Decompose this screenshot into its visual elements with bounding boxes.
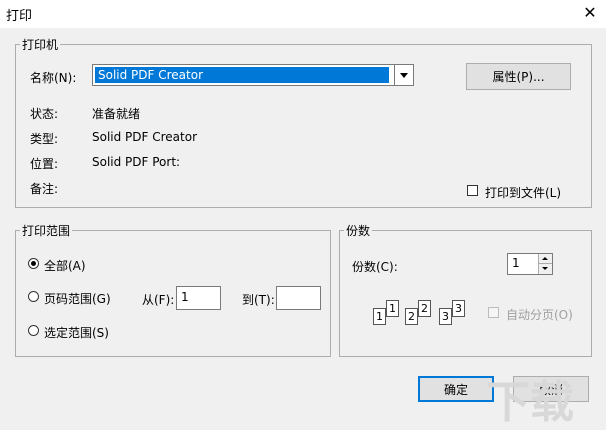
range-all-label[interactable]: 全部(A) xyxy=(44,257,86,274)
collate-page: 2 xyxy=(405,308,418,325)
printer-group-legend: 打印机 xyxy=(22,38,59,52)
type-label: 类型: xyxy=(30,132,59,146)
spin-down-icon[interactable] xyxy=(538,264,552,274)
spin-up-icon[interactable] xyxy=(538,254,552,264)
printer-name-value: Solid PDF Creator xyxy=(95,67,389,83)
copies-group: 份数 xyxy=(339,222,592,357)
properties-button[interactable]: 属性(P)... xyxy=(466,63,571,90)
status-value: 准备就绪 xyxy=(92,107,141,121)
status-label: 状态: xyxy=(30,107,59,121)
collate-page: 2 xyxy=(418,300,431,317)
copies-count-value: 1 xyxy=(512,256,520,270)
collate-page: 3 xyxy=(439,308,452,325)
to-label: 到(T): xyxy=(242,293,275,307)
close-icon[interactable]: ✕ xyxy=(578,2,602,24)
printer-name-select[interactable]: Solid PDF Creator xyxy=(92,64,414,86)
collate-checkbox[interactable] xyxy=(488,307,499,318)
from-input[interactable]: 1 xyxy=(176,286,221,310)
copies-count-label: 份数(C): xyxy=(352,260,398,274)
where-label: 位置: xyxy=(30,157,59,171)
type-value: Solid PDF Creator xyxy=(92,130,198,144)
collate-label: 自动分页(O) xyxy=(506,308,573,322)
ok-button[interactable]: 确定 xyxy=(418,376,494,402)
collate-page: 1 xyxy=(373,308,386,325)
title-bar xyxy=(0,0,606,28)
comment-label: 备注: xyxy=(30,182,59,196)
printer-name-label: 名称(N): xyxy=(30,71,77,85)
collate-page: 3 xyxy=(452,300,465,317)
to-input[interactable] xyxy=(276,286,321,310)
where-value: Solid PDF Port: xyxy=(92,155,181,169)
range-selection-radio[interactable] xyxy=(28,325,39,336)
print-to-file-label[interactable]: 打印到文件(L) xyxy=(485,184,561,201)
chevron-down-icon[interactable] xyxy=(394,65,413,85)
copies-count-spinner[interactable]: 1 xyxy=(507,253,553,275)
range-all-radio[interactable] xyxy=(28,258,39,269)
range-pages-label[interactable]: 页码范围(G) xyxy=(44,290,111,307)
printer-group: 打印机 xyxy=(15,36,592,208)
collate-page: 1 xyxy=(386,300,399,317)
watermark-logo: 下载 xyxy=(486,377,574,428)
range-pages-radio[interactable] xyxy=(28,291,39,302)
range-selection-label[interactable]: 选定范围(S) xyxy=(44,324,109,341)
print-to-file-checkbox[interactable] xyxy=(467,185,478,196)
print-range-legend: 打印范围 xyxy=(22,224,71,238)
window-title: 打印 xyxy=(6,9,33,24)
from-label: 从(F): xyxy=(142,293,175,307)
copies-legend: 份数 xyxy=(346,224,371,238)
